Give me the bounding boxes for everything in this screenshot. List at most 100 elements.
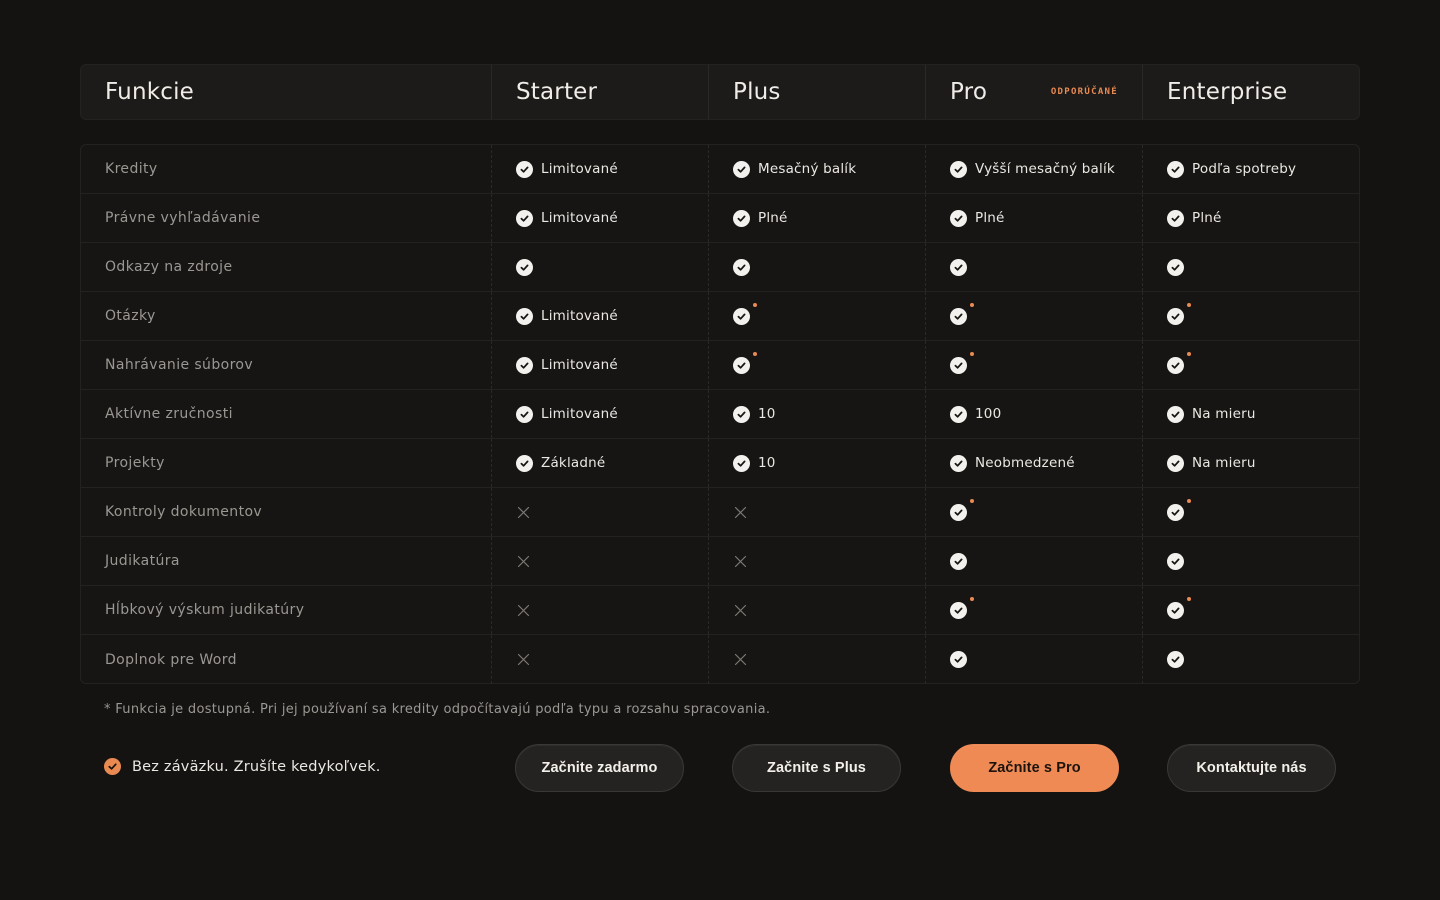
cell-starter: Limitované <box>491 292 708 340</box>
cell-value: Na mieru <box>1192 406 1256 422</box>
check-icon <box>1167 302 1191 325</box>
cell-starter: Limitované <box>491 390 708 438</box>
cell-starter: Limitované <box>491 194 708 242</box>
cross-icon <box>734 506 747 519</box>
plan-name: Plus <box>733 79 781 105</box>
check-icon <box>950 454 967 472</box>
check-icon <box>733 160 750 178</box>
table-row: Právne vyhľadávanie Limitované Plné Plné Pln… <box>81 194 1359 243</box>
cross-icon <box>734 653 747 666</box>
plan-name: Enterprise <box>1167 79 1288 105</box>
check-icon <box>950 651 967 668</box>
table-row: Aktívne zručnosti Limitované 10 100 Na mieru <box>81 390 1359 439</box>
asterisk-marker-icon <box>1187 596 1191 601</box>
cell-plus: 10 <box>708 390 925 438</box>
start-free-button[interactable]: Začnite zadarmo <box>515 744 684 792</box>
cell-enterprise: Plné <box>1142 194 1359 242</box>
feature-label: Doplnok pre Word <box>105 651 237 668</box>
plan-header-enterprise: Enterprise <box>1142 65 1359 119</box>
cell-value: Plné <box>1192 210 1222 226</box>
cell-value: Limitované <box>541 308 618 324</box>
asterisk-marker-icon <box>1187 498 1191 503</box>
asterisk-marker-icon <box>970 596 974 601</box>
table-row: Judikatúra <box>81 537 1359 586</box>
cell-value: Limitované <box>541 161 618 177</box>
cell-enterprise <box>1142 243 1359 291</box>
asterisk-marker-icon <box>970 498 974 503</box>
commitment-text: Bez záväzku. Zrušíte kedykoľvek. <box>132 758 381 775</box>
table-row: Hĺbkový výskum judikatúry <box>81 586 1359 635</box>
check-icon <box>733 209 750 227</box>
cell-starter: Základné <box>491 439 708 487</box>
features-column-title: Funkcie <box>105 79 195 105</box>
check-icon <box>950 258 967 276</box>
cell-value: Limitované <box>541 406 618 422</box>
check-icon <box>733 302 757 325</box>
check-icon <box>950 160 967 178</box>
cell-plus <box>708 243 925 291</box>
check-icon <box>950 498 974 521</box>
cell-value: Plné <box>975 210 1005 226</box>
cell-starter <box>491 635 708 684</box>
cell-enterprise: Na mieru <box>1142 439 1359 487</box>
check-icon <box>733 351 757 374</box>
cross-icon <box>734 604 747 617</box>
cell-pro: Neobmedzené <box>925 439 1142 487</box>
cell-plus <box>708 341 925 389</box>
cell-enterprise <box>1142 586 1359 634</box>
cell-value: Limitované <box>541 357 618 373</box>
feature-label: Kontroly dokumentov <box>105 504 263 520</box>
cell-plus <box>708 537 925 585</box>
feature-label: Právne vyhľadávanie <box>105 210 261 226</box>
cell-pro <box>925 586 1142 634</box>
plan-header-pro: Pro ODPORÚČANÉ <box>925 65 1142 119</box>
cross-icon <box>517 506 530 519</box>
plan-header-starter: Starter <box>491 65 708 119</box>
table-row: Nahrávanie súborov Limitované <box>81 341 1359 390</box>
cell-plus <box>708 488 925 536</box>
check-icon <box>1167 651 1184 668</box>
asterisk-marker-icon <box>753 302 757 307</box>
asterisk-marker-icon <box>970 302 974 307</box>
plan-name: Pro <box>950 79 988 105</box>
cell-plus <box>708 635 925 684</box>
check-icon <box>733 454 750 472</box>
feature-label: Aktívne zručnosti <box>105 406 233 422</box>
cell-enterprise <box>1142 488 1359 536</box>
cell-enterprise <box>1142 341 1359 389</box>
check-icon <box>733 258 750 276</box>
cell-starter: Limitované <box>491 341 708 389</box>
cell-starter <box>491 537 708 585</box>
check-icon <box>516 356 533 374</box>
asterisk-marker-icon <box>753 351 757 356</box>
cross-icon <box>517 555 530 568</box>
check-icon <box>733 405 750 423</box>
table-row: Odkazy na zdroje <box>81 243 1359 292</box>
cell-pro: Vyšší mesačný balík <box>925 145 1142 193</box>
check-icon <box>1167 258 1184 276</box>
start-plus-button[interactable]: Začnite s Plus <box>732 744 901 792</box>
recommended-badge: ODPORÚČANÉ <box>1050 87 1118 97</box>
cell-value: Mesačný balík <box>758 161 857 177</box>
table-row: Kontroly dokumentov <box>81 488 1359 537</box>
cell-value: Plné <box>758 210 788 226</box>
check-icon <box>1167 351 1191 374</box>
start-pro-button[interactable]: Začnite s Pro <box>950 744 1119 792</box>
cell-pro: Plné <box>925 194 1142 242</box>
cell-value: Vyšší mesačný balík <box>975 161 1115 177</box>
check-icon <box>950 302 974 325</box>
cell-pro <box>925 243 1142 291</box>
cell-value: 10 <box>758 455 776 471</box>
contact-us-button[interactable]: Kontaktujte nás <box>1167 744 1336 792</box>
feature-label: Kredity <box>105 161 158 177</box>
cell-pro: 100 <box>925 390 1142 438</box>
plan-name: Starter <box>516 79 598 105</box>
cell-pro <box>925 341 1142 389</box>
cell-pro <box>925 537 1142 585</box>
check-icon <box>516 160 533 178</box>
cell-starter <box>491 586 708 634</box>
feature-label: Judikatúra <box>105 553 180 569</box>
check-icon <box>950 351 974 374</box>
cell-pro <box>925 292 1142 340</box>
cell-enterprise: Na mieru <box>1142 390 1359 438</box>
